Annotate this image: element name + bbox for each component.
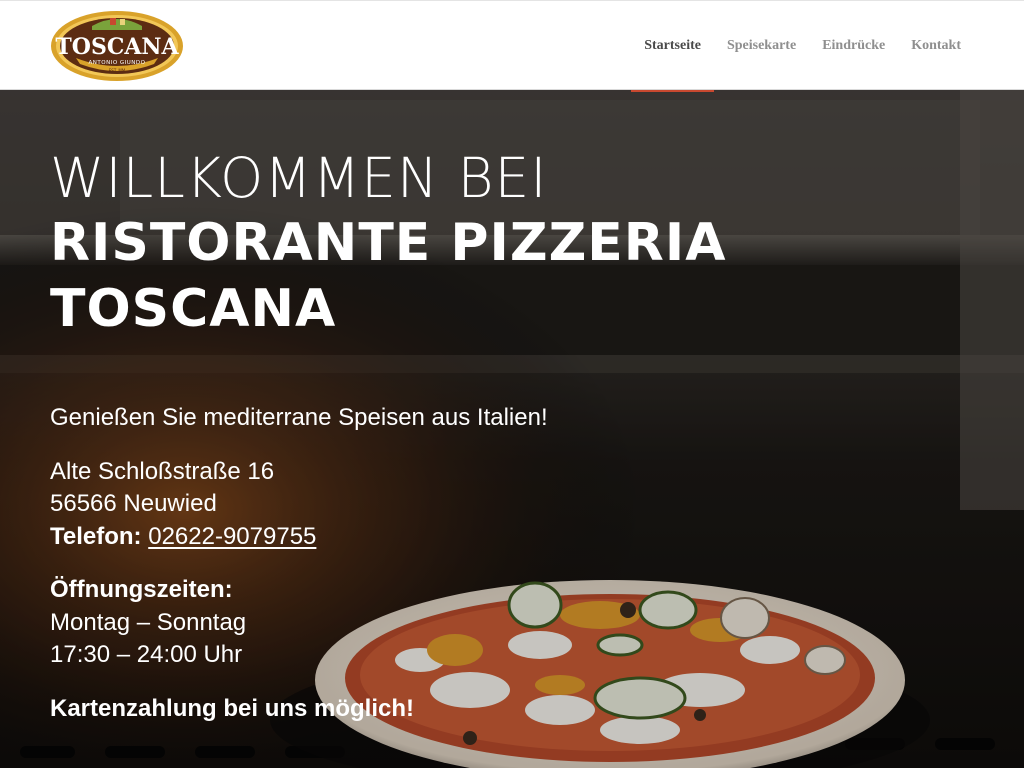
nav-item-eindruecke[interactable]: Eindrücke [809,1,898,91]
opening-hours-days: Montag – Sonntag [50,608,247,636]
hero-heading: WILLKOMMEN BEI RISTORANTE PIZZERIA TOSCA… [50,146,950,342]
phone-label: Telefon: [50,522,142,550]
restaurant-name-line-2: TOSCANA [50,279,337,339]
toscana-logo[interactable]: TOSCANA ANTONIO GIUNDO EST. MM [50,10,184,82]
opening-hours-time: 17:30 – 24:00 Uhr [50,641,243,668]
opening-hours-label: Öffnungszeiten: [50,576,233,603]
hero-section: WILLKOMMEN BEI RISTORANTE PIZZERIA TOSCA… [0,90,1024,768]
nav-item-speisekarte[interactable]: Speisekarte [714,1,809,91]
main-nav: Startseite Speisekarte Eindrücke Kontakt [631,1,974,92]
address-block: Alte Schloßstraße 16 56566 Neuwied Telef… [50,456,950,554]
nav-item-startseite[interactable]: Startseite [631,1,714,92]
phone-link[interactable]: 02622-9079755 [148,523,316,550]
svg-text:ANTONIO GIUNDO: ANTONIO GIUNDO [89,60,146,66]
welcome-text: WILLKOMMEN BEI [50,146,548,210]
hero-content: WILLKOMMEN BEI RISTORANTE PIZZERIA TOSCA… [50,146,950,725]
logo-emblem: TOSCANA ANTONIO GIUNDO EST. MM [51,11,183,81]
svg-text:EST. MM: EST. MM [109,68,126,73]
card-payment-note: Kartenzahlung bei uns möglich! [50,694,415,722]
svg-text:TOSCANA: TOSCANA [55,34,179,60]
opening-hours-block: Öffnungszeiten: Montag – Sonntag 17:30 –… [50,574,950,672]
phone-line: Telefon: 02622-9079755 [50,521,950,554]
address-city: 56566 Neuwied [50,490,217,517]
restaurant-name-line-1: RISTORANTE PIZZERIA [50,213,727,273]
tagline: Genießen Sie mediterrane Speisen aus Ita… [50,404,548,431]
nav-item-kontakt[interactable]: Kontakt [898,1,974,91]
address-street: Alte Schloßstraße 16 [50,457,275,485]
site-header: TOSCANA ANTONIO GIUNDO EST. MM Startseit… [0,0,1024,92]
